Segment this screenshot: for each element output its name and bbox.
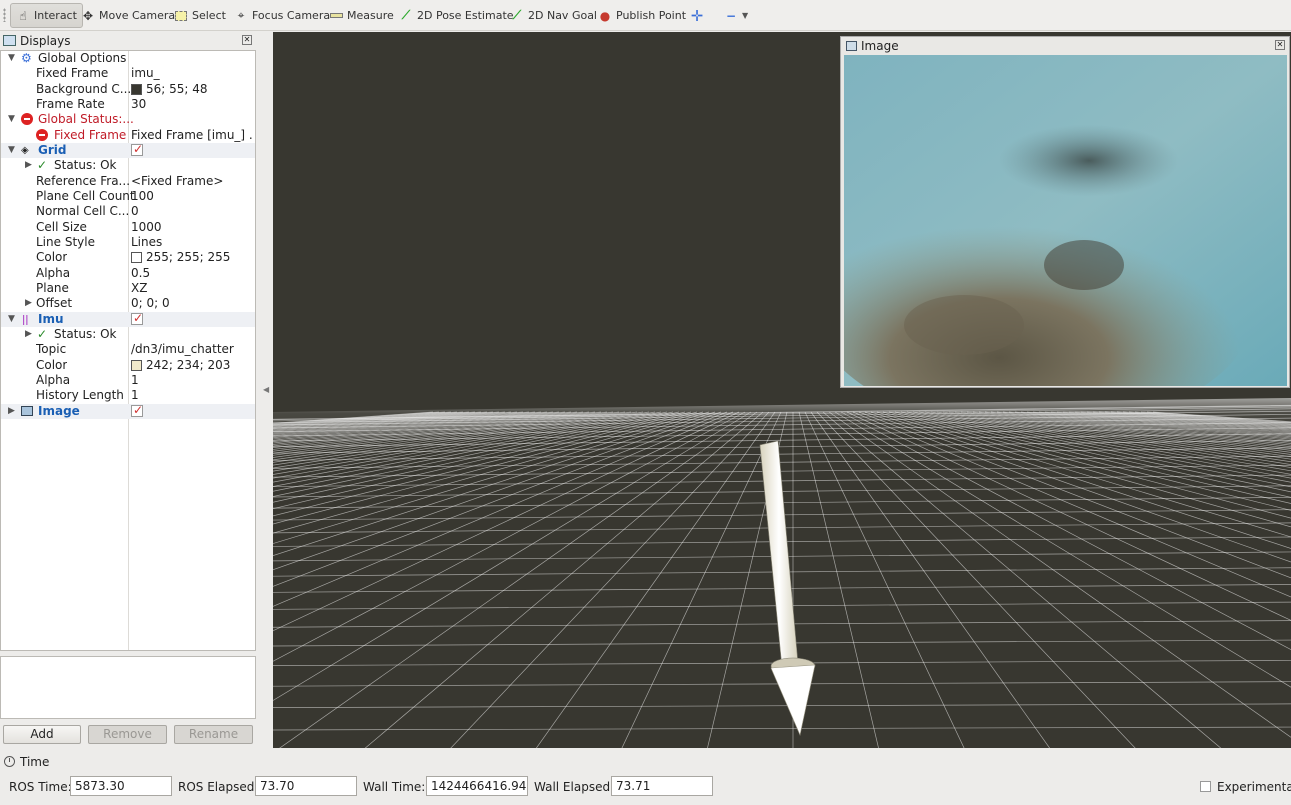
grid-icon: ◈ (21, 145, 29, 156)
camera-image (844, 55, 1287, 386)
tree-row-fixed-frame-status[interactable]: Fixed Frame Fixed Frame [imu_] ... (1, 128, 255, 143)
expand-arrow-icon[interactable]: ▶ (25, 158, 34, 173)
color-swatch (131, 84, 142, 95)
ros-time-field[interactable]: 5873.30 (70, 776, 172, 796)
move-camera-button[interactable]: ✥ Move Camera (81, 3, 175, 28)
checkmark-icon: ✓ (37, 327, 48, 341)
tree-row-plane-cell-count[interactable]: Plane Cell Count 100 (1, 189, 255, 204)
wall-time-field[interactable]: 1424466416.94 (426, 776, 528, 796)
pose-estimate-button[interactable]: ⟋ 2D Pose Estimate (399, 3, 514, 28)
plus-icon: ✛ (690, 6, 704, 25)
collapse-splitter-icon[interactable]: ◀ (263, 385, 269, 394)
publish-point-button[interactable]: ● Publish Point (598, 3, 686, 28)
tree-row-offset[interactable]: ▶ Offset 0; 0; 0 (1, 296, 255, 311)
error-icon (21, 113, 33, 125)
tree-row-fixed-frame[interactable]: Fixed Frame imu_ (1, 66, 255, 81)
tree-row-cell-size[interactable]: Cell Size 1000 (1, 220, 255, 235)
map-pin-icon: ● (599, 8, 611, 23)
close-icon[interactable]: ✕ (242, 35, 252, 45)
tree-row-grid-alpha[interactable]: Alpha 0.5 (1, 266, 255, 281)
tree-row-plane[interactable]: Plane XZ (1, 281, 255, 296)
green-arrow-icon: ⟋ (401, 8, 411, 22)
green-arrow-icon: ⟋ (512, 8, 522, 22)
clock-icon (4, 756, 15, 767)
ruler-icon (329, 9, 343, 23)
tree-row-global-options[interactable]: ▼ ⚙ Global Options (1, 51, 255, 66)
color-swatch (131, 252, 142, 263)
grid-enabled-checkbox[interactable] (131, 143, 143, 157)
expand-arrow-icon[interactable]: ▼ (8, 143, 17, 158)
tree-row-grid[interactable]: ▼ ◈ Grid (1, 143, 255, 158)
imu-enabled-checkbox[interactable] (131, 312, 143, 326)
rename-button[interactable]: Rename (174, 725, 253, 744)
displays-tree[interactable]: ▼ ⚙ Global Options Fixed Frame imu_ Back… (0, 50, 256, 651)
image-window-title: Image (861, 38, 899, 53)
tree-row-imu-alpha[interactable]: Alpha 1 (1, 373, 255, 388)
hand-icon: ☝ (19, 8, 27, 23)
gear-icon: ⚙ (21, 51, 32, 65)
tree-row-topic[interactable]: Topic /dn3/imu_chatter (1, 342, 255, 357)
toolbar-grip[interactable] (3, 8, 6, 22)
chevron-down-icon: ▼ (742, 11, 749, 20)
tree-row-background-color[interactable]: Background C... 56; 55; 48 (1, 82, 255, 97)
remove-tool-button[interactable]: − ▼ (724, 3, 748, 28)
color-swatch (131, 360, 142, 371)
expand-arrow-icon[interactable]: ▼ (8, 51, 17, 66)
tree-row-imu[interactable]: ▼ ǀǀ Imu (1, 312, 255, 327)
tree-row-imu-status[interactable]: ▶ ✓ Status: Ok (1, 327, 255, 342)
tree-row-line-style[interactable]: Line Style Lines (1, 235, 255, 250)
tree-row-normal-cell-count[interactable]: Normal Cell C... 0 (1, 204, 255, 219)
expand-arrow-icon[interactable]: ▼ (8, 312, 17, 327)
add-tool-button[interactable]: ✛ (690, 3, 704, 28)
expand-arrow-icon[interactable]: ▶ (25, 296, 34, 311)
experimental-label: Experimental (1217, 780, 1291, 794)
ros-elapsed-field[interactable]: 73.70 (255, 776, 357, 796)
toolbar: ☝ Interact ✥ Move Camera Select ⌖ Focus … (0, 0, 1291, 31)
tree-row-history-length[interactable]: History Length 1 (1, 388, 255, 403)
time-panel-title: Time (0, 754, 1291, 769)
expand-arrow-icon[interactable]: ▶ (25, 327, 34, 342)
add-button[interactable]: Add (3, 725, 81, 744)
experimental-checkbox[interactable] (1200, 781, 1211, 792)
tree-row-grid-color[interactable]: Color 255; 255; 255 (1, 250, 255, 265)
expand-arrow-icon[interactable]: ▼ (8, 112, 17, 127)
property-description (0, 656, 256, 719)
tree-row-global-status[interactable]: ▼ Global Status:... (1, 112, 255, 127)
remove-button[interactable]: Remove (88, 725, 167, 744)
select-box-icon (174, 9, 188, 23)
interact-button[interactable]: ☝ Interact (10, 3, 83, 28)
nav-goal-button[interactable]: ⟋ 2D Nav Goal (510, 3, 597, 28)
wall-elapsed-field[interactable]: 73.71 (611, 776, 713, 796)
checkmark-icon: ✓ (37, 158, 48, 172)
tree-row-grid-status[interactable]: ▶ ✓ Status: Ok (1, 158, 255, 173)
tree-row-imu-color[interactable]: Color 242; 234; 203 (1, 358, 255, 373)
monitor-icon (3, 35, 16, 46)
imu-arrow-shaft (759, 440, 799, 668)
tree-row-image[interactable]: ▶ Image (1, 404, 255, 419)
image-window[interactable]: Image ✕ (840, 36, 1290, 388)
close-icon[interactable]: ✕ (1275, 40, 1285, 50)
select-button[interactable]: Select (174, 3, 226, 28)
tree-row-frame-rate[interactable]: Frame Rate 30 (1, 97, 255, 112)
focus-camera-button[interactable]: ⌖ Focus Camera (234, 3, 330, 28)
error-icon (36, 129, 48, 141)
displays-panel-title: Displays ✕ (0, 32, 256, 49)
minus-icon: − (725, 8, 737, 23)
expand-arrow-icon[interactable]: ▶ (8, 404, 17, 419)
move-camera-icon: ✥ (82, 8, 94, 23)
image-enabled-checkbox[interactable] (131, 404, 143, 418)
imu-icon: ǀǀ (22, 313, 29, 326)
time-bar: ROS Time: 5873.30 ROS Elapsed: 73.70 Wal… (0, 772, 1291, 802)
tree-row-reference-frame[interactable]: Reference Fra... <Fixed Frame> (1, 174, 255, 189)
image-icon (846, 40, 857, 51)
measure-button[interactable]: Measure (329, 3, 394, 28)
crosshair-icon: ⌖ (237, 8, 245, 22)
image-icon (21, 404, 33, 419)
